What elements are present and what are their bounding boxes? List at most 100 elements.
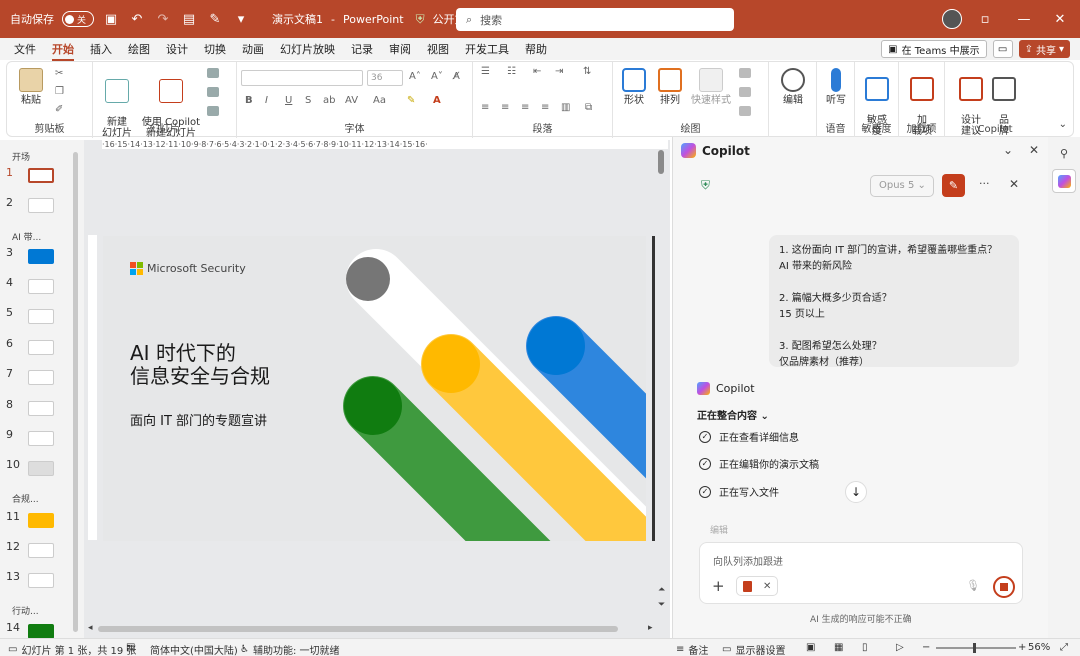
align-left-icon[interactable]: ≡ [481,102,489,113]
quick-styles-button[interactable]: 快速样式 [689,68,733,106]
layout-icon[interactable] [207,68,219,78]
font-size-select[interactable]: 36 [367,70,403,86]
reset-icon[interactable] [207,87,219,97]
underline-icon[interactable]: U [285,95,292,106]
progress-status[interactable]: 正在整合内容 ⌄ [697,407,769,422]
microphone-icon[interactable]: 🎙 [966,579,980,592]
slide-title[interactable]: AI 时代下的 信息安全与合规 [130,342,270,388]
font-family-select[interactable] [241,70,363,86]
numbering-icon[interactable]: ☷ [507,66,516,77]
slide-1[interactable]: Microsoft Security AI 时代下的 信息安全与合规 面向 IT… [103,236,646,541]
new-chat-button[interactable]: ✎ [942,174,965,197]
reading-view-icon[interactable]: ▯ [862,642,868,653]
autosave-toggle[interactable]: 关 [62,11,94,27]
tab-draw[interactable]: 绘图 [128,41,150,57]
model-select[interactable]: Opus 5 ⌄ [870,175,934,197]
zoom-out-icon[interactable]: − [922,642,930,653]
justify-icon[interactable]: ≡ [541,102,549,113]
normal-view-icon[interactable]: ▣ [806,642,815,653]
next-slide-icon[interactable]: ⏷ [658,600,665,610]
vertical-scrollbar-thumb[interactable] [658,150,664,174]
tab-record[interactable]: 记录 [351,41,373,57]
customize-toolbar-icon[interactable]: ▾ [232,10,250,28]
slide-thumbnail[interactable] [28,370,54,385]
slide-thumbnail[interactable] [28,168,54,183]
columns-icon[interactable]: ▥ [561,102,570,113]
paste-button[interactable]: 粘贴 [15,68,47,106]
add-attachment-icon[interactable]: + [712,577,725,595]
bullets-icon[interactable]: ☰ [481,66,490,77]
cut-icon[interactable]: ✂ [55,68,63,79]
slide-subtitle[interactable]: 面向 IT 部门的专题宣讲 [130,410,267,429]
tab-review[interactable]: 审阅 [389,41,411,57]
slide-thumbnail[interactable] [28,279,54,294]
redo-icon[interactable]: ↷ [154,10,172,28]
tab-file[interactable]: 文件 [14,41,36,57]
tab-help[interactable]: 帮助 [525,41,547,57]
slide-thumbnail[interactable] [28,401,54,416]
horizontal-scrollbar[interactable] [98,626,618,632]
scroll-left-icon[interactable]: ◂ [88,623,93,633]
format-painter-icon[interactable]: ✎ [206,10,224,28]
accessibility-status[interactable]: ♿ 辅助功能: 一切就绪 [240,642,340,656]
scroll-to-bottom-button[interactable]: ↓ [845,481,867,503]
close-icon[interactable]: ✕ [1041,0,1079,38]
shape-effects-icon[interactable] [739,106,751,116]
italic-icon[interactable]: I [265,95,268,106]
ribbon-display-icon[interactable]: ▫ [966,0,1004,38]
save-icon[interactable]: ▣ [102,10,120,28]
slide-thumbnail[interactable] [28,249,54,264]
section-opening[interactable]: 开场 [12,150,30,163]
shapes-button[interactable]: 形状 [619,68,649,106]
prev-slide-icon[interactable]: ⏶ [658,585,665,595]
copilot-strip-button[interactable] [1052,169,1076,193]
section-compliance[interactable]: 合规... [12,492,39,505]
slide-thumbnail[interactable] [28,309,54,324]
close-chat-icon[interactable]: ✕ [1009,177,1019,191]
slide-thumbnail[interactable] [28,461,54,476]
avatar[interactable] [942,9,962,29]
remove-attachment-icon[interactable]: ✕ [763,581,771,592]
zoom-slider-thumb[interactable] [973,643,976,653]
tab-developer[interactable]: 开发工具 [465,41,509,57]
language-indicator[interactable]: 简体中文(中国大陆) [150,642,238,656]
align-right-icon[interactable]: ≡ [521,102,529,113]
arrange-button[interactable]: 排列 [655,68,685,106]
chevron-down-icon[interactable]: ⌄ [1003,143,1013,157]
chat-input-box[interactable]: 向队列添加跟进 + ✕ 🎙 [699,542,1023,604]
tab-transitions[interactable]: 切换 [204,41,226,57]
smartart-icon[interactable]: ⧉ [585,102,592,113]
tab-view[interactable]: 视图 [427,41,449,57]
grow-font-icon[interactable]: A˄ [409,71,421,82]
section-icon[interactable] [207,106,219,116]
present-in-teams-button[interactable]: ▣ 在 Teams 中展示 [881,40,987,58]
shadow-icon[interactable]: S [305,95,311,106]
fit-to-window-icon[interactable]: ⤢ [1060,642,1068,653]
slide-thumbnail[interactable] [28,340,54,355]
format-painter-icon[interactable]: ✐ [55,104,63,115]
zoom-in-icon[interactable]: + [1018,642,1026,653]
slide-thumbnail[interactable] [28,624,54,639]
close-pane-icon[interactable]: ✕ [1029,143,1039,157]
highlight-icon[interactable]: ✎ [407,95,415,106]
shape-outline-icon[interactable] [739,87,751,97]
comments-button[interactable]: ▭ [992,40,1013,58]
dictate-button[interactable]: 听写 [821,68,851,106]
share-button[interactable]: ⇪ 共享 ▾ [1018,40,1070,58]
thumbnail-scrollbar[interactable] [73,152,78,632]
editing-button[interactable]: 编辑 [777,68,809,106]
strikethrough-icon[interactable]: ab [323,95,335,106]
copy-icon[interactable]: ❐ [55,86,64,97]
tab-slideshow[interactable]: 幻灯片放映 [280,41,335,57]
text-direction-icon[interactable]: ⇅ [583,66,591,77]
attached-file-chip[interactable]: ✕ [736,576,778,596]
tab-animations[interactable]: 动画 [242,41,264,57]
pin-icon[interactable]: ⚲ [1052,141,1076,165]
zoom-slider[interactable] [936,647,1016,649]
shrink-font-icon[interactable]: A˅ [431,71,443,82]
more-options-icon[interactable]: ··· [979,177,990,190]
slide-thumbnail[interactable] [28,573,54,588]
section-action[interactable]: 行动... [12,604,39,617]
collapse-ribbon-icon[interactable]: ⌄ [1059,119,1067,130]
slide-thumbnail[interactable] [28,198,54,213]
